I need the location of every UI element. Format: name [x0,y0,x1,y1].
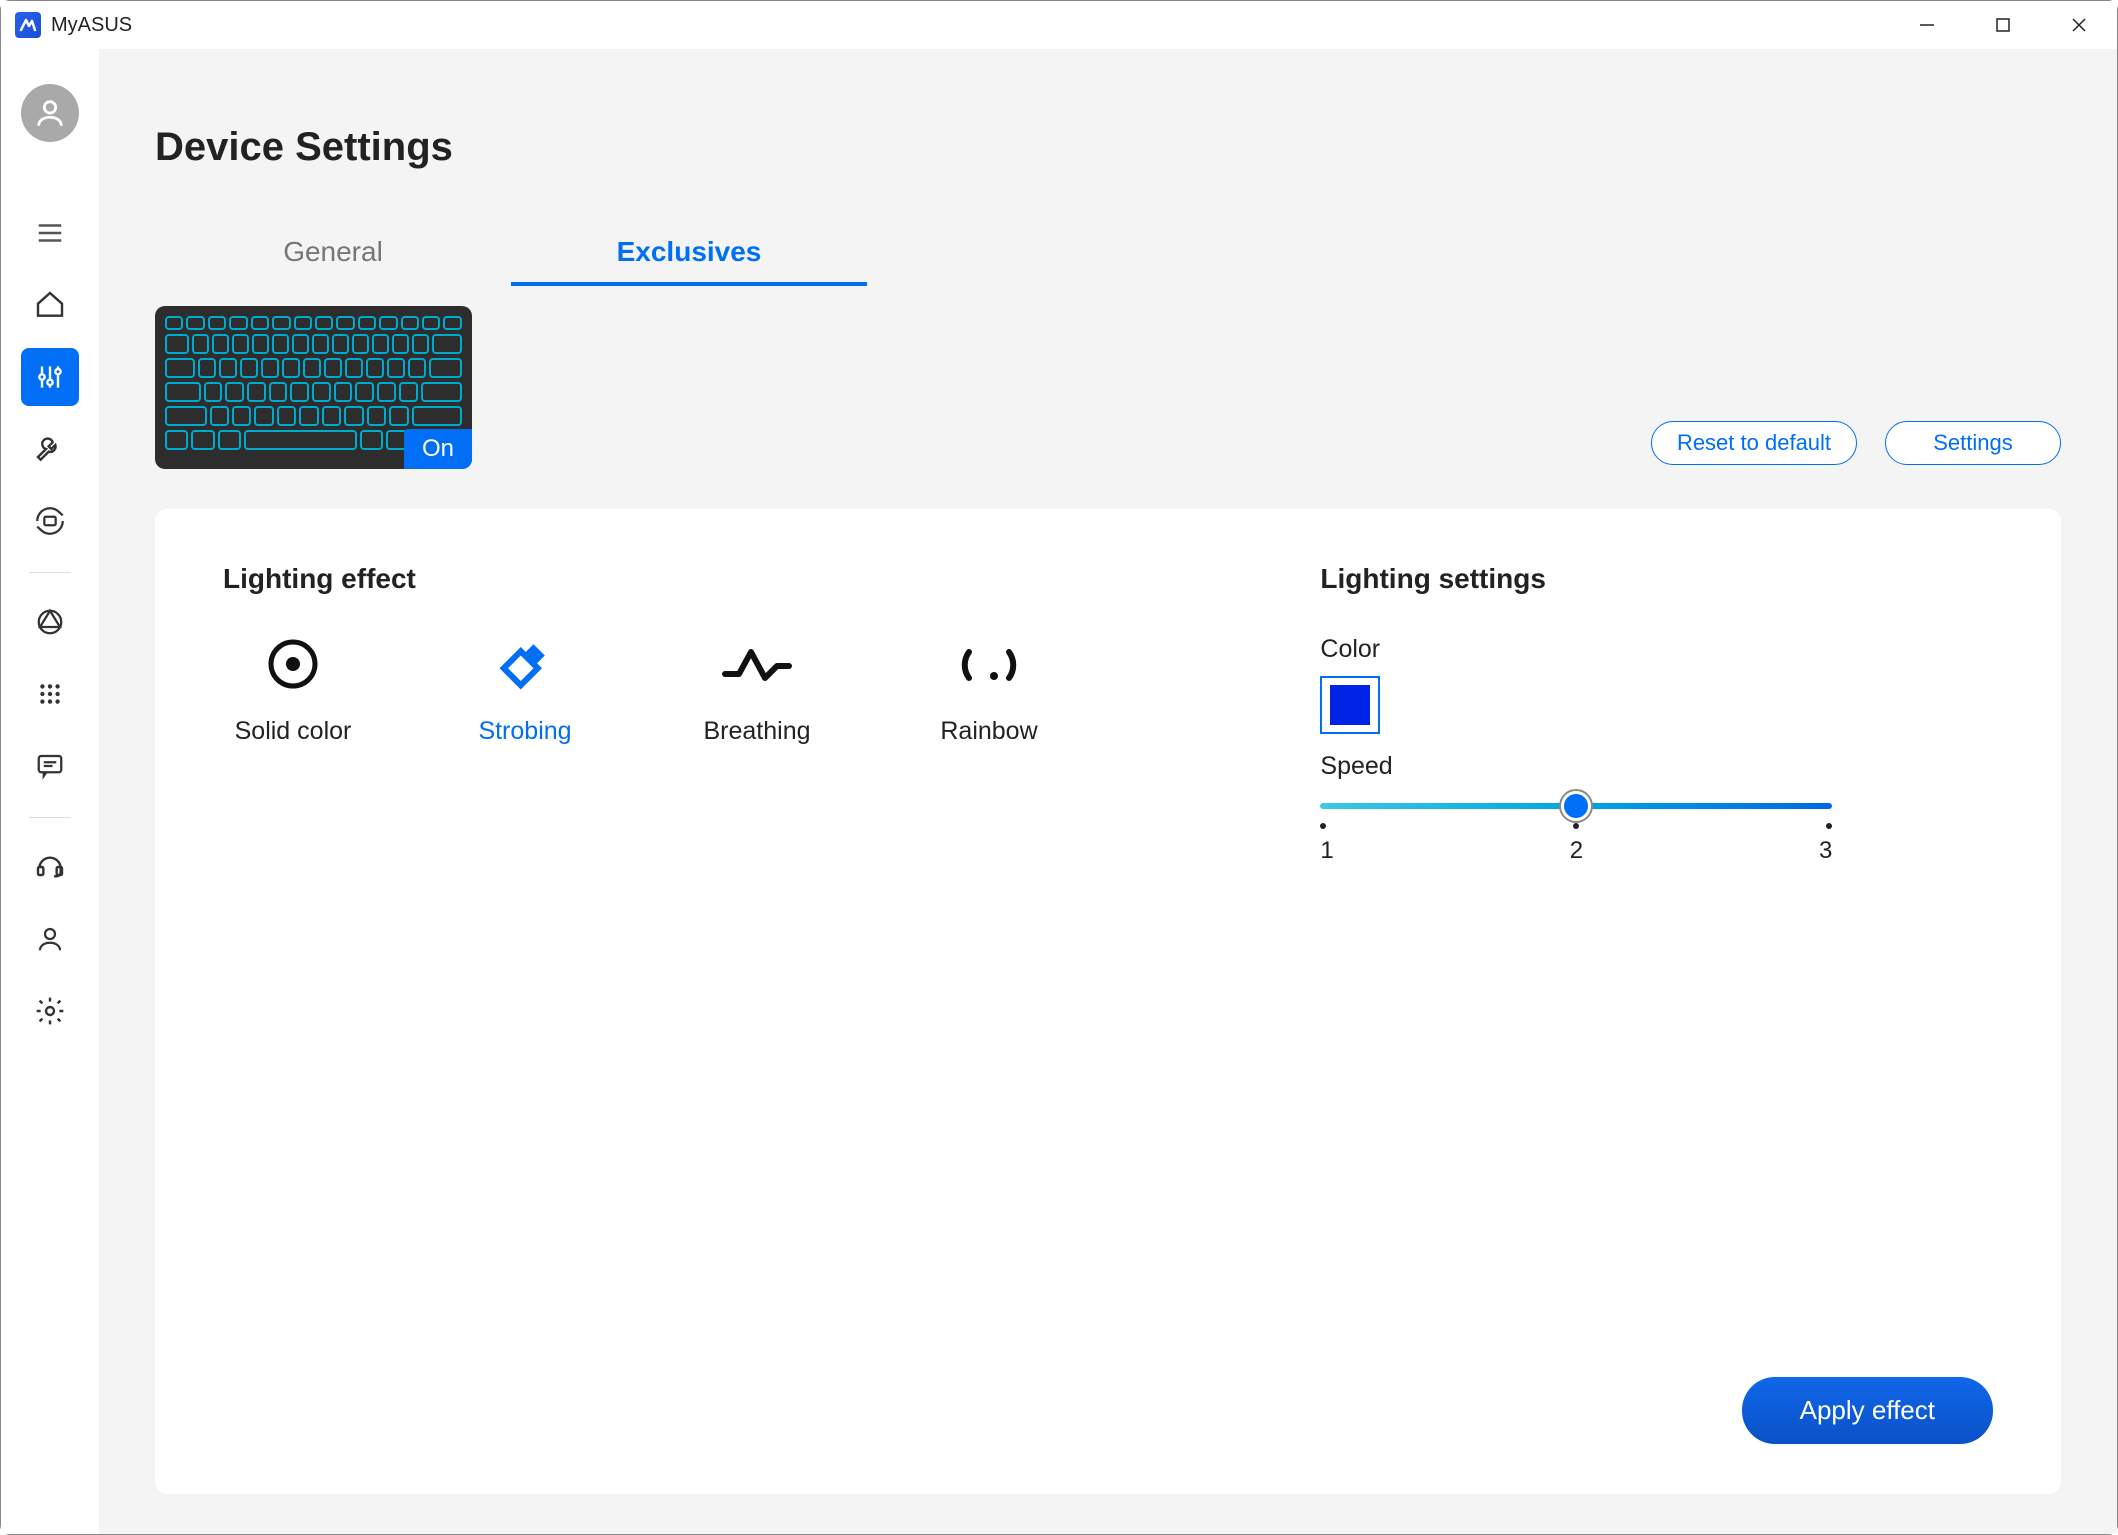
maximize-button[interactable] [1965,1,2041,49]
home-icon[interactable] [21,276,79,334]
headset-icon[interactable] [21,838,79,896]
speed-ticks: 1 2 3 [1320,823,1832,865]
solid-color-icon [265,635,321,693]
gear-icon[interactable] [21,982,79,1040]
effect-solid-color[interactable]: Solid color [223,635,363,746]
breathing-icon [721,635,793,693]
wrench-icon[interactable] [21,420,79,478]
effect-rainbow[interactable]: Rainbow [919,635,1059,746]
lighting-settings-title: Lighting settings [1320,563,1993,595]
effect-label: Rainbow [940,717,1037,746]
effect-label: Strobing [478,717,571,746]
grid-icon[interactable] [21,665,79,723]
speed-tick-label: 2 [1570,837,1583,865]
minimize-button[interactable] [1889,1,1965,49]
keyboard-preview[interactable]: On [155,306,472,469]
speed-slider-thumb[interactable] [1561,791,1591,821]
color-value [1330,685,1370,725]
keyboard-on-badge: On [404,429,472,469]
strobing-icon [493,635,557,693]
device-settings-icon[interactable] [21,348,79,406]
user-icon[interactable] [21,910,79,968]
apply-effect-button[interactable]: Apply effect [1742,1377,1993,1444]
color-label: Color [1320,635,1993,664]
app-title: MyASUS [51,14,132,37]
page-title: Device Settings [155,125,2061,170]
window-controls [1889,1,2117,49]
effect-strobing[interactable]: Strobing [455,635,595,746]
update-icon[interactable] [21,492,79,550]
color-swatch[interactable] [1320,676,1380,734]
speed-tick-label: 3 [1819,837,1832,865]
rainbow-icon [959,635,1019,693]
main-content: Device Settings General Exclusives On Re… [99,49,2117,1534]
tab-exclusives[interactable]: Exclusives [511,222,867,286]
sidebar-divider [29,817,71,818]
sidebar-divider [29,572,71,573]
speed-tick-label: 1 [1320,837,1333,865]
app-badge-icon[interactable] [21,593,79,651]
message-icon[interactable] [21,737,79,795]
app-icon [15,12,41,38]
tabs: General Exclusives [155,222,2061,286]
reset-to-default-button[interactable]: Reset to default [1651,421,1857,465]
sidebar [1,49,99,1534]
effect-breathing[interactable]: Breathing [687,635,827,746]
close-button[interactable] [2041,1,2117,49]
lighting-effect-title: Lighting effect [223,563,1320,595]
effect-label: Breathing [703,717,810,746]
tab-general[interactable]: General [155,222,511,286]
settings-button[interactable]: Settings [1885,421,2061,465]
effect-label: Solid color [235,717,352,746]
menu-icon[interactable] [21,204,79,262]
settings-card: Lighting effect Solid color [155,509,2061,1494]
avatar[interactable] [21,84,79,142]
speed-slider[interactable] [1320,803,1832,809]
titlebar: MyASUS [1,1,2117,49]
speed-label: Speed [1320,752,1993,781]
